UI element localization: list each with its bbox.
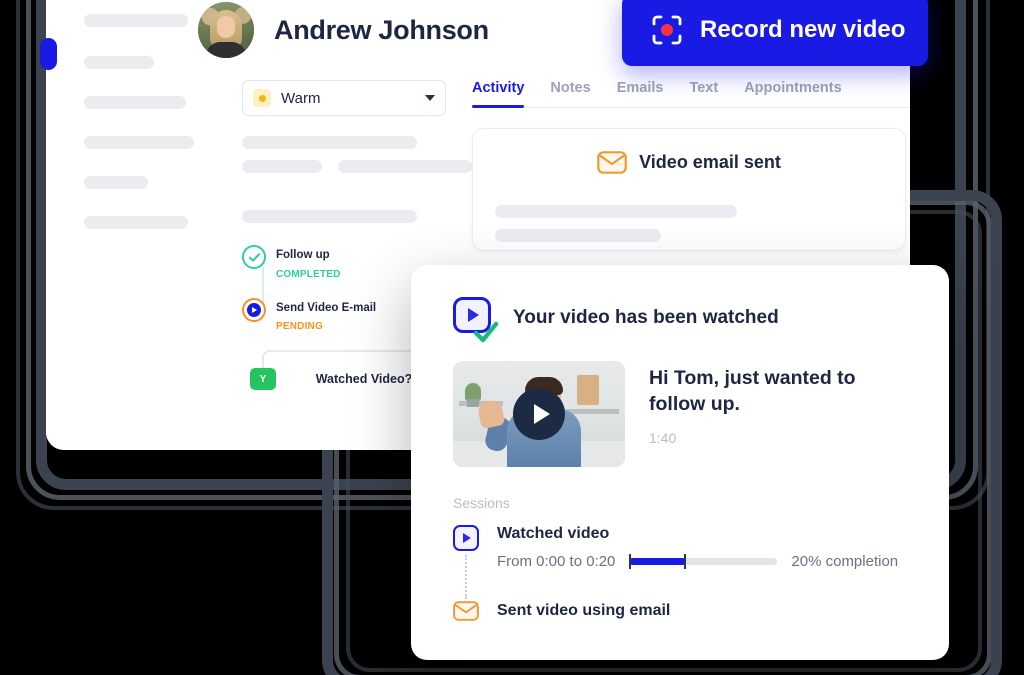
avatar [198, 2, 254, 58]
chevron-down-icon [425, 95, 435, 101]
tab-emails[interactable]: Emails [617, 80, 664, 107]
skeleton-line [242, 160, 322, 173]
sidebar-skeleton-item [84, 96, 186, 109]
sidebar-skeleton-item [84, 14, 188, 27]
session-sent-video-email: Sent video using email [453, 598, 949, 624]
branch-yes-badge[interactable]: Y [250, 368, 276, 391]
sidebar-skeleton-item [84, 216, 188, 229]
tab-text[interactable]: Text [689, 80, 718, 107]
status-select-label: Warm [281, 89, 321, 107]
check-circle-icon [242, 245, 266, 269]
page-title: Andrew Johnson [274, 14, 489, 45]
tab-notes[interactable]: Notes [550, 80, 590, 107]
skeleton-line [242, 136, 417, 149]
envelope-icon [453, 598, 479, 624]
record-new-video-label: Record new video [700, 16, 906, 43]
tab-activity[interactable]: Activity [472, 80, 525, 108]
skeleton-line [495, 229, 661, 242]
check-icon [473, 321, 499, 343]
activity-card-title: Video email sent [639, 152, 781, 172]
sessions-label: Sessions [453, 495, 510, 511]
lead-status-select[interactable]: Warm [242, 80, 446, 116]
envelope-icon [597, 151, 627, 174]
play-square-check-icon [453, 297, 499, 343]
workflow-step-title: Send Video E-mail [276, 301, 377, 314]
video-preview-row: Hi Tom, just wanted to follow up. 1:40 [411, 339, 949, 467]
session-title: Watched video [497, 525, 610, 542]
sidebar-skeleton-item [84, 136, 194, 149]
screenshot-stage: Andrew Johnson Warm Follow up COMPLETED … [0, 0, 1024, 675]
video-thumbnail[interactable] [453, 361, 625, 467]
tab-appointments[interactable]: Appointments [744, 80, 841, 107]
session-time-range: From 0:00 to 0:20 [497, 553, 616, 570]
activity-card-video-email-sent[interactable]: Video email sent [472, 128, 906, 251]
session-title: Sent video using email [497, 602, 671, 619]
activity-tabs: Activity Notes Emails Text Appointments [472, 80, 910, 108]
contact-header: Andrew Johnson [198, 2, 489, 58]
workflow-step-title: Follow up [276, 249, 330, 261]
play-button-icon[interactable] [513, 388, 565, 440]
record-new-video-button[interactable]: Record new video [622, 0, 928, 66]
video-title: Hi Tom, just wanted to follow up. [649, 367, 856, 416]
notification-title: Your video has been watched [513, 307, 779, 328]
video-watched-notification-card: Your video has been watched Hi Tom, just… [411, 265, 949, 660]
video-duration: 1:40 [649, 429, 677, 446]
session-detail-row: From 0:00 to 0:20 20% completion [497, 553, 898, 570]
skeleton-line [495, 205, 737, 218]
record-video-icon [652, 15, 682, 45]
sidebar-skeleton-item [84, 176, 148, 189]
workflow-step-status: PENDING [276, 321, 323, 333]
sessions-list: Watched video From 0:00 to 0:20 20% comp… [411, 511, 949, 624]
play-square-icon [453, 525, 479, 551]
completion-progress-bar [629, 554, 778, 569]
sidebar-accent-tab[interactable] [40, 38, 57, 70]
completion-percent-label: 20% completion [791, 553, 899, 570]
skeleton-line [242, 210, 417, 223]
status-color-badge [253, 89, 271, 107]
activity-card-header: Video email sent [473, 151, 905, 174]
sidebar [46, 0, 194, 450]
play-circle-icon [242, 297, 266, 322]
workflow-step-status: COMPLETED [276, 268, 341, 280]
notification-header: Your video has been watched [411, 265, 949, 343]
session-watched-video: Watched video From 0:00 to 0:20 20% comp… [453, 525, 949, 570]
video-meta: Hi Tom, just wanted to follow up. 1:40 [649, 361, 909, 467]
skeleton-line [338, 160, 472, 173]
sessions-connector [465, 555, 467, 599]
sidebar-skeleton-item [84, 56, 154, 69]
